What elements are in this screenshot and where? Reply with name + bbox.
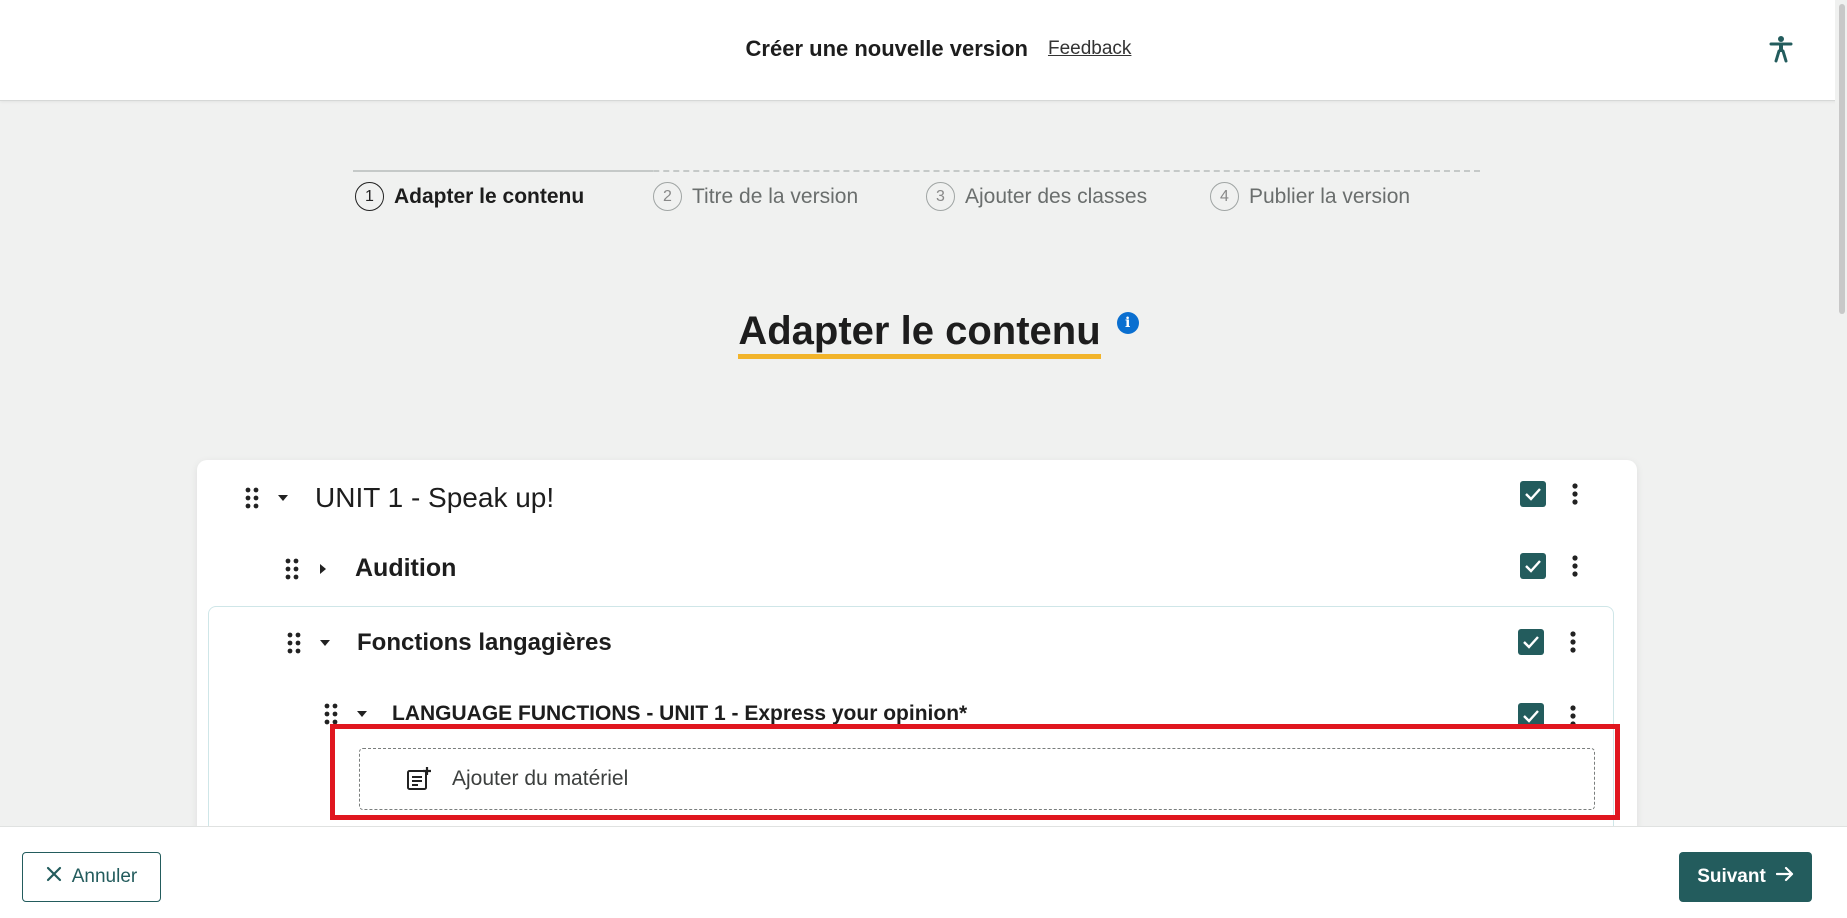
feedback-link[interactable]: Feedback: [1048, 38, 1131, 60]
step-2[interactable]: 2 Titre de la version: [653, 182, 858, 211]
more-options-icon[interactable]: [1566, 629, 1580, 655]
highlight-box: [330, 724, 1620, 820]
step-label: Adapter le contenu: [394, 184, 585, 208]
tree-item-section[interactable]: Audition: [283, 554, 456, 583]
drag-handle-icon[interactable]: [285, 631, 303, 655]
cancel-button[interactable]: Annuler: [22, 852, 161, 902]
section-header: Adapter le contenu i: [0, 308, 1847, 359]
step-label: Titre de la version: [692, 184, 859, 208]
tree-item-lesson[interactable]: LANGUAGE FUNCTIONS - UNIT 1 - Express yo…: [322, 702, 967, 726]
step-label: Ajouter des classes: [965, 184, 1148, 208]
step-number: 1: [355, 182, 384, 211]
include-checkbox[interactable]: [1518, 629, 1544, 655]
tree-item-unit[interactable]: UNIT 1 - Speak up!: [243, 482, 554, 514]
section-title: Adapter le contenu: [738, 308, 1101, 359]
scrollbar-thumb[interactable]: [1839, 4, 1845, 314]
step-number: 2: [653, 182, 682, 211]
top-bar: Créer une nouvelle version Feedback: [0, 0, 1847, 101]
cancel-label: Annuler: [71, 866, 138, 887]
info-icon[interactable]: i: [1116, 312, 1139, 334]
footer-bar: Annuler Suivant: [0, 826, 1847, 918]
chevron-down-icon[interactable]: [317, 635, 333, 651]
arrow-right-icon: [1775, 866, 1794, 888]
tree-item-label: UNIT 1 - Speak up!: [315, 482, 555, 513]
include-checkbox[interactable]: [1520, 481, 1546, 507]
close-icon: [46, 866, 62, 888]
more-options-icon[interactable]: [1568, 481, 1582, 507]
include-checkbox[interactable]: [1520, 553, 1546, 579]
step-number: 4: [1210, 182, 1239, 211]
drag-handle-icon[interactable]: [243, 486, 261, 510]
stepper-progress: [353, 170, 653, 172]
step-4[interactable]: 4 Publier la version: [1210, 182, 1410, 211]
next-label: Suivant: [1697, 866, 1766, 887]
step-label: Publier la version: [1249, 184, 1411, 208]
next-button[interactable]: Suivant: [1679, 852, 1812, 902]
chevron-right-icon[interactable]: [315, 561, 331, 577]
step-number: 3: [926, 182, 955, 211]
more-options-icon[interactable]: [1568, 553, 1582, 579]
page-title: Créer une nouvelle version: [745, 36, 1028, 61]
step-1[interactable]: 1 Adapter le contenu: [355, 182, 584, 211]
header-center: Créer une nouvelle version Feedback: [0, 36, 1847, 62]
accessibility-button[interactable]: [1766, 34, 1796, 68]
accessibility-icon: [1769, 35, 1793, 68]
tree-item-label: Fonctions langagières: [357, 629, 612, 656]
tree-item-label: LANGUAGE FUNCTIONS - UNIT 1 - Express yo…: [392, 702, 968, 725]
step-3[interactable]: 3 Ajouter des classes: [926, 182, 1147, 211]
chevron-down-icon[interactable]: [354, 706, 370, 722]
drag-handle-icon[interactable]: [322, 702, 340, 726]
tree-item-label: Audition: [355, 554, 457, 582]
stepper: 1 Adapter le contenu 2 Titre de la versi…: [353, 170, 1480, 220]
chevron-down-icon[interactable]: [275, 490, 291, 506]
drag-handle-icon[interactable]: [283, 557, 301, 581]
tree-item-section[interactable]: Fonctions langagières: [285, 629, 612, 657]
